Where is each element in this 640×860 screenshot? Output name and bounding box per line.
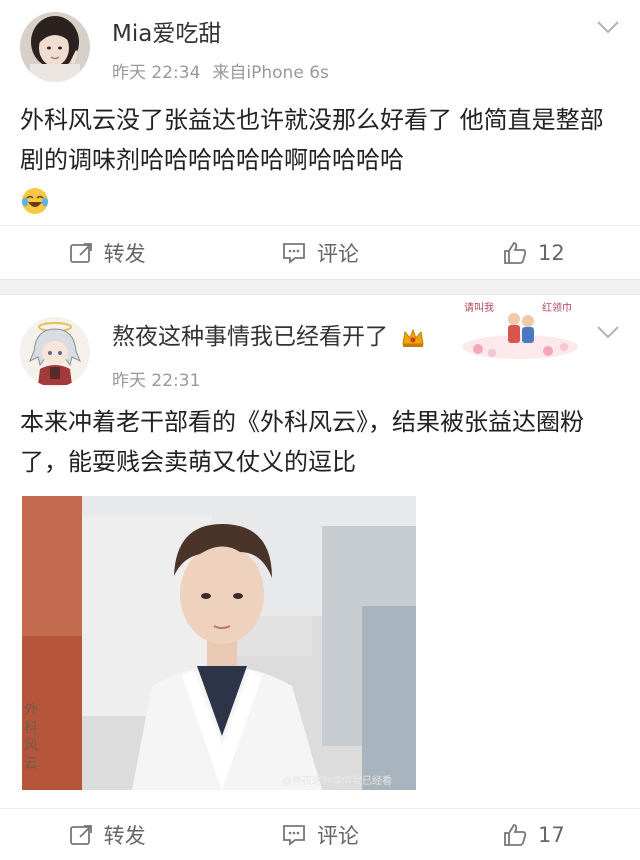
post-text: 本来冲着老干部看的《外科风云》，结果被张益达圈粉了，能耍贱会卖萌又仗义的逗比 <box>20 408 584 476</box>
laughing-crying-emoji-icon <box>22 188 48 214</box>
post-image[interactable]: 外科风云 @熬夜这种事情我已经看 <box>22 496 416 790</box>
crown-vip-icon <box>402 328 424 347</box>
like-button[interactable]: 12 <box>427 240 640 266</box>
like-button[interactable]: 17 <box>427 822 640 848</box>
username-text: 熬夜这种事情我已经看开了 <box>112 324 388 350</box>
like-count: 12 <box>537 240 565 265</box>
avatar[interactable] <box>20 317 90 387</box>
comment-label: 评论 <box>316 823 359 848</box>
thumbs-up-icon <box>504 823 527 846</box>
action-bar: 转发 评论 17 <box>0 808 640 860</box>
decoration-label-1: 请叫我 <box>464 301 494 314</box>
repost-icon <box>69 242 92 263</box>
repost-button[interactable]: 转发 <box>0 820 213 850</box>
post-separator <box>0 279 640 295</box>
comment-button[interactable]: 评论 <box>213 820 426 850</box>
post-image-scene <box>22 496 416 790</box>
comment-icon <box>283 824 305 846</box>
repost-label: 转发 <box>103 823 146 848</box>
image-overlay-text: 外科风云 <box>24 702 38 772</box>
repost-button[interactable]: 转发 <box>0 238 213 268</box>
weibo-post: Mia爱吃甜 昨天 22:34 来自iPhone 6s 外科风云没了张益达也许就没… <box>0 0 640 279</box>
avatar[interactable] <box>20 12 90 82</box>
comment-button[interactable]: 评论 <box>213 238 426 268</box>
post-time: 昨天 22:34 <box>112 63 201 83</box>
chevron-down-icon[interactable] <box>596 20 620 34</box>
like-count: 17 <box>537 822 565 847</box>
username[interactable]: 熬夜这种事情我已经看开了 <box>112 317 425 351</box>
thumbs-up-icon <box>504 241 527 264</box>
post-text: 外科风云没了张益达也许就没那么好看了 他简直是整部剧的调味剂哈哈哈哈哈哈啊哈哈哈… <box>20 100 620 220</box>
post-meta: 昨天 22:34 来自iPhone 6s <box>112 58 329 83</box>
card-decoration: 请叫我 红领巾 <box>462 301 578 359</box>
post-source: 来自iPhone 6s <box>212 63 329 83</box>
action-bar: 转发 评论 12 <box>0 225 640 279</box>
username[interactable]: Mia爱吃甜 <box>112 14 221 48</box>
chevron-down-icon[interactable] <box>596 325 620 339</box>
decoration-label-2: 红领巾 <box>542 301 572 314</box>
post-time: 昨天 22:31 <box>112 371 201 391</box>
image-watermark: @熬夜这种事情我已经看 <box>282 776 392 787</box>
repost-label: 转发 <box>103 241 146 266</box>
post-text-body: 外科风云没了张益达也许就没那么好看了 他简直是整部剧的调味剂哈哈哈哈哈哈啊哈哈哈… <box>20 106 604 174</box>
avatar-image <box>20 317 90 387</box>
repost-icon <box>69 824 92 845</box>
avatar-image <box>20 12 90 82</box>
comment-icon <box>283 242 305 264</box>
comment-label: 评论 <box>316 241 359 266</box>
